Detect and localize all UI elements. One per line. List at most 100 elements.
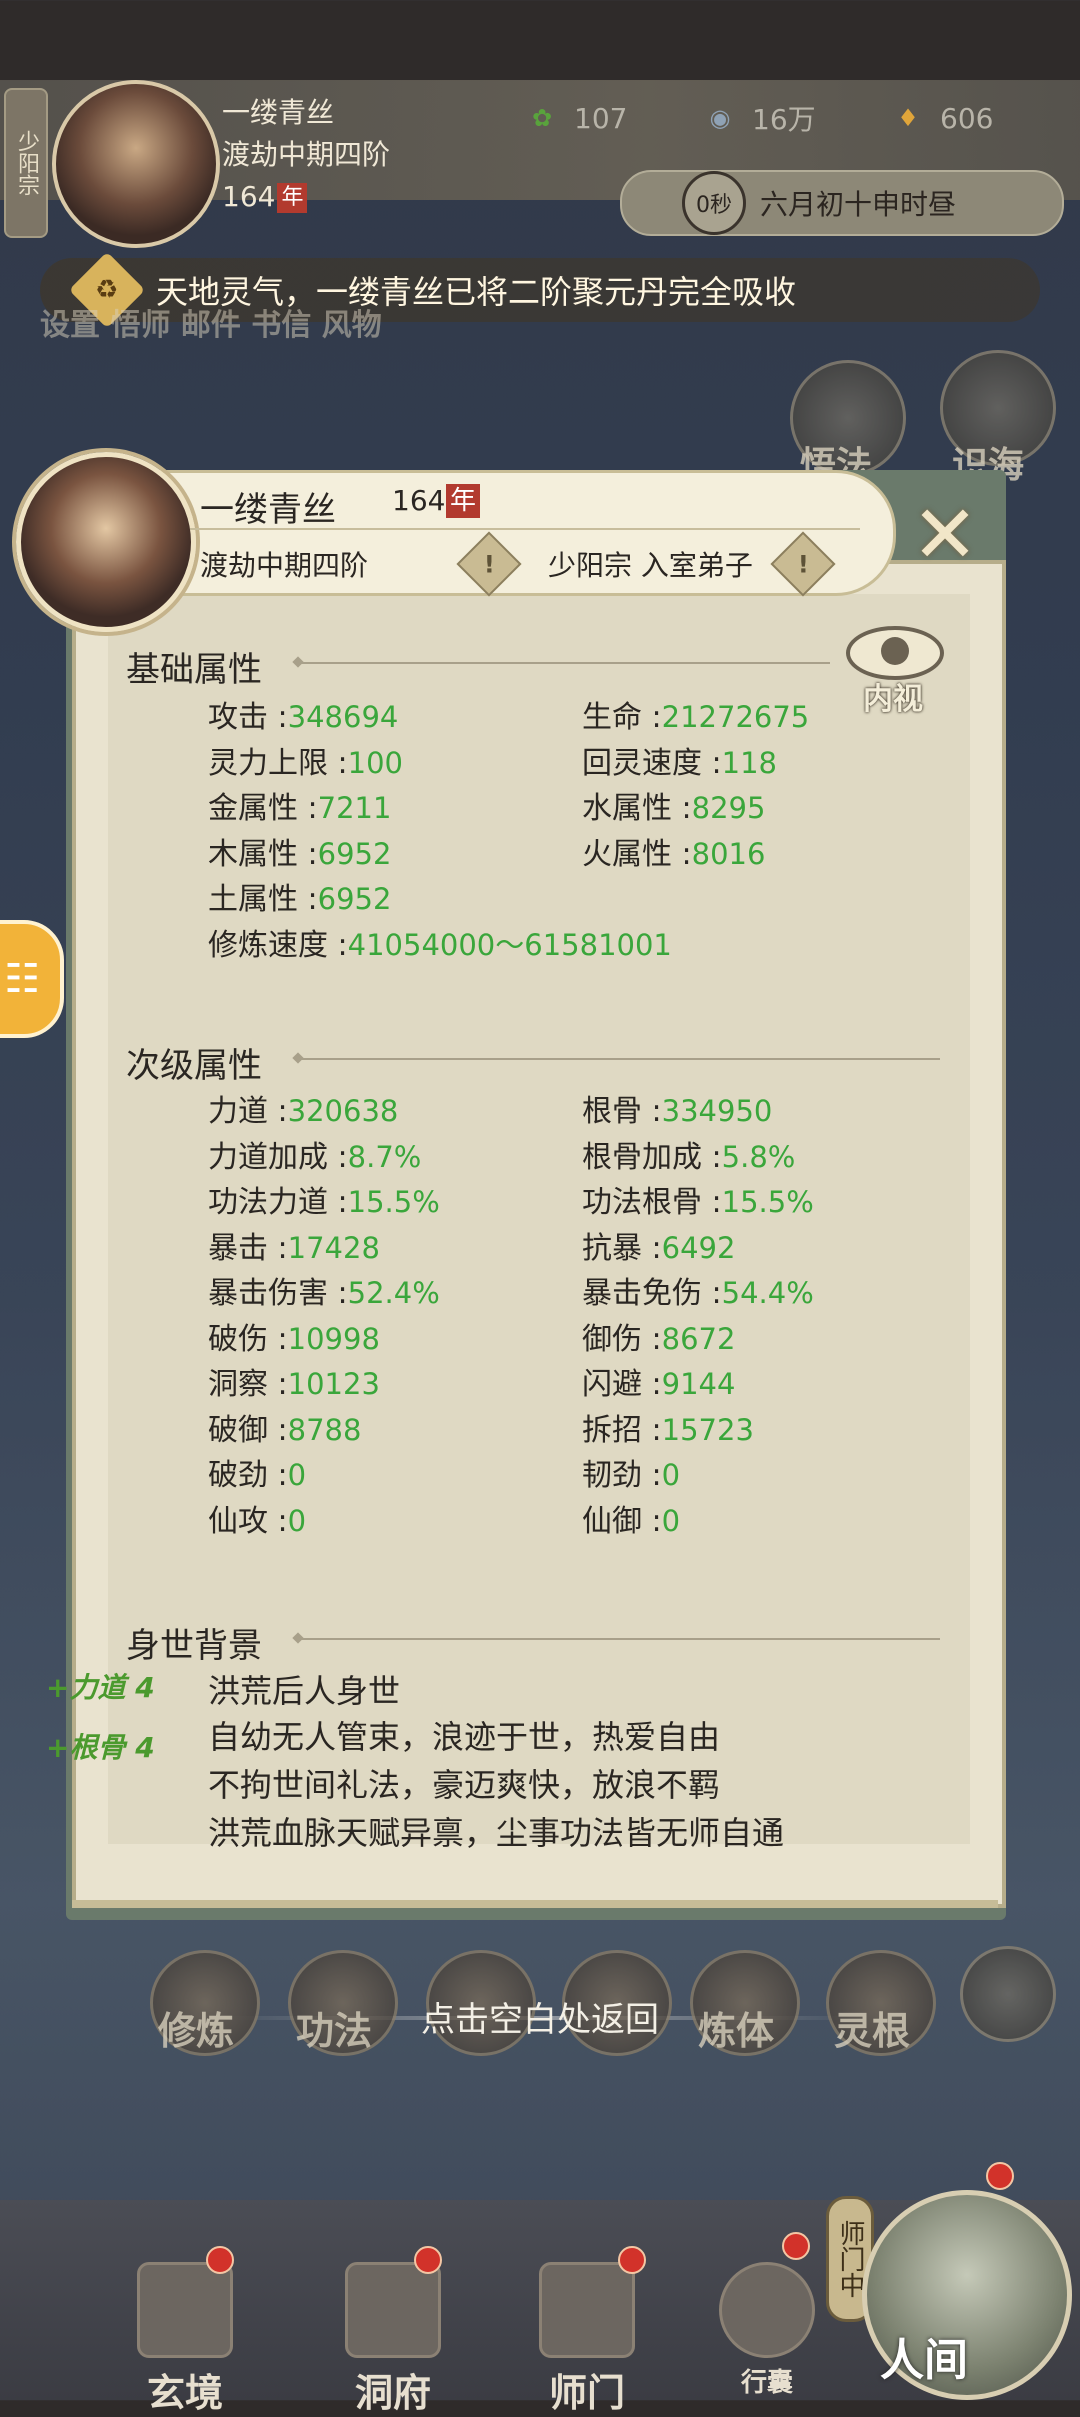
attr-l-row: 灵力上限 :100 [208,745,404,781]
attr-label: 修炼速度 [208,927,328,963]
character-age: 164 [392,484,446,517]
compass-button[interactable] [960,1946,1056,2042]
resource-gold-ingot[interactable]: ♦ 606 [888,98,993,138]
bonus-gengu: +根骨 4 [46,1731,155,1764]
notification-dot [618,2246,646,2274]
attr-value: 348694 [287,700,399,734]
attr-label: 破伤 [208,1321,268,1357]
attr-l-row: 金属性 :7211 [208,791,392,826]
bag-icon [719,2262,815,2358]
attr-r-row: 根骨 :334950 [582,1094,773,1129]
attr-r-row: 水属性 :8295 [582,791,766,826]
gold-ingot-icon: ♦ [897,104,919,132]
attr-l-row: 破伤 :10998 [208,1321,380,1357]
attr-label: 暴击伤害 [208,1276,328,1311]
attr-label: 仙攻 [208,1503,268,1539]
attr-label: 御伤 [582,1321,642,1357]
dongfu-icon [345,2262,441,2358]
attr-r-row: 根骨加成 :5.8% [582,1139,796,1175]
attr-l-row: 破劲 :0 [208,1458,307,1493]
game-time[interactable]: 0秒 六月初十申时昼 [620,170,1064,236]
attr-l-row: 仙攻 :0 [208,1503,307,1539]
secondary-attr-divider [300,1058,940,1060]
inner-view-button[interactable]: 内视 [846,626,944,717]
character-sect: 少阳宗 入室弟子 [548,549,753,582]
renjian-label: 人间 [880,2335,968,2386]
resource-spirit-leaf[interactable]: ✿ 107 [522,98,628,138]
resource-spirit-stone[interactable]: ◉ 16万 [700,98,816,138]
basic-attr-divider [300,662,830,664]
attr-value: 21272675 [661,700,810,734]
attr-l-row: 洞察 :10123 [208,1367,380,1402]
attr-l-row: 力道加成 :8.7% [208,1139,422,1175]
attr-label: 洞察 [208,1367,268,1402]
spirit-stone-icon: ◉ [709,104,731,132]
attr-value: 334950 [661,1094,773,1128]
attr-value: 5.8% [721,1139,796,1174]
attr-l-row: 力道 :320638 [208,1094,399,1129]
attr-value: 0 [661,1503,681,1538]
attr-label: 根骨 [582,1094,642,1129]
attr-label: 金属性 [208,791,298,826]
attr-label: 破御 [208,1412,268,1448]
eye-icon [846,626,944,680]
attr-value: 0 [661,1458,681,1492]
character-avatar [16,452,196,632]
nav-xingnang[interactable]: 行囊 [692,2262,842,2399]
attr-label: 木属性 [208,836,298,872]
attr-label: 抗暴 [582,1230,642,1266]
return-hint[interactable]: 点击空白处返回 [210,1992,870,2041]
attr-value: 0 [287,1458,307,1492]
attr-label: 生命 [582,700,642,735]
spirit-leaf-icon: ✿ [531,104,553,132]
attr-value: 9144 [661,1367,736,1401]
sect-tag[interactable]: 少阳宗 [4,88,48,238]
attr-r-row: 火属性 :8016 [582,836,766,872]
notification-dot [206,2246,234,2274]
attr-r-row: 回灵速度 :118 [582,745,778,781]
background-line: 洪荒后人身世 [208,1672,401,1710]
nav-xuanjing[interactable]: 玄境 [110,2262,260,2417]
attr-label: 仙御 [582,1503,642,1539]
attr-label: 回灵速度 [582,745,702,781]
notification-dot [986,2162,1014,2190]
background-divider [300,1638,940,1640]
attr-value: 8016 [691,836,766,871]
player-info: 一缕青丝 渡劫中期四阶 164 年 [222,92,472,218]
side-gamepad-button[interactable]: ☷ [0,920,64,1038]
attr-label: 火属性 [582,836,672,872]
player-avatar[interactable] [52,80,220,248]
player-realm: 渡劫中期四阶 [222,138,391,171]
attr-value: 15723 [661,1412,754,1447]
attr-value: 54.4% [721,1276,814,1310]
attr-label: 韧劲 [582,1458,642,1493]
attr-label: 功法力道 [208,1185,328,1220]
notification-dot [414,2246,442,2274]
secondary-attr-title: 次级属性 [126,1046,262,1086]
attr-l-row: 攻击 :348694 [208,700,399,735]
attr-label: 闪避 [582,1367,642,1402]
character-age-unit: 年 [446,484,481,518]
attr-r-row: 仙御 :0 [582,1503,681,1539]
attr-r-row: 御伤 :8672 [582,1321,736,1357]
attr-l-row: 土属性 :6952 [208,882,392,917]
attr-r-row: 闪避 :9144 [582,1367,736,1402]
attr-label: 根骨加成 [582,1139,702,1175]
nav-shimen[interactable]: 师门 [512,2262,662,2417]
close-icon[interactable]: ✕ [890,488,1000,581]
attr-label: 拆招 [582,1412,642,1448]
attr-label: 攻击 [208,700,268,735]
bg-top-row: 设置 悟师 邮件 书信 风物 [40,308,382,343]
skill-xiulian-label: 修炼 [158,2009,235,2053]
attr-l-row: 修炼速度 :41054000～61581001 [208,927,672,963]
attr-label: 灵力上限 [208,745,328,781]
nav-dongfu[interactable]: 洞府 [318,2262,468,2417]
character-realm: 渡劫中期四阶 [200,549,369,582]
gamepad-icon: ☷ [4,956,40,1002]
attr-label: 力道 [208,1094,268,1129]
attr-r-row: 暴击免伤 :54.4% [582,1276,814,1311]
inner-view-label: 内视 [863,682,923,717]
attr-value: 8.7% [347,1139,422,1174]
attr-value: 6492 [661,1230,736,1265]
attr-label: 功法根骨 [582,1185,702,1220]
